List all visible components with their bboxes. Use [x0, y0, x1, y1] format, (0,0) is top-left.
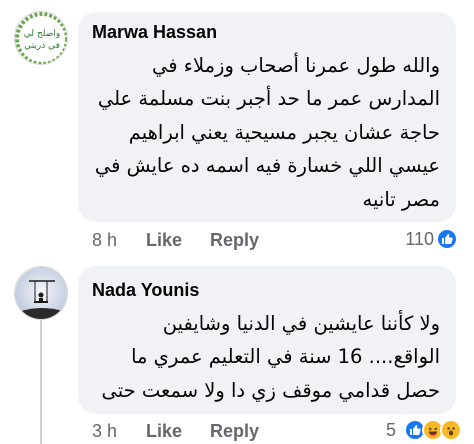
comment-text-line: حاجة عشان يجبر مسيحية يعني ابراهيم: [128, 121, 440, 144]
reaction-count: 110: [405, 228, 434, 249]
avatar-text-bottom: في ذريتي: [24, 41, 60, 51]
thread-line: [40, 320, 42, 444]
calligraphy-badge-avatar-icon: واصلح لي في ذريتي: [15, 12, 67, 64]
avatar-marwa-hassan[interactable]: واصلح لي في ذريتي: [14, 11, 68, 65]
comment-text-line: حصل قدامي موقف زي دا ولا سمعت حتى: [101, 379, 441, 402]
swing-silhouette-avatar-icon: [15, 267, 67, 319]
comment-author[interactable]: Nada Younis: [92, 280, 199, 301]
comment-author[interactable]: Marwa Hassan: [92, 22, 217, 43]
comment-timestamp[interactable]: 3 h: [92, 421, 146, 442]
reaction-count: 5: [385, 419, 396, 440]
comment-text-line: ولا كأننا عايشين في الدنيا وشايفين: [162, 312, 440, 335]
comment-text-line: المدارس عمر ما حد أجبر بنت مسلمة علي: [97, 87, 440, 110]
like-button[interactable]: Like: [146, 421, 210, 442]
comment-text-line: مصر تانيه: [362, 188, 440, 211]
thumbs-up-icon: [436, 228, 458, 250]
comment-actions: 3 h Like Reply: [92, 419, 259, 443]
reply-button[interactable]: Reply: [210, 230, 259, 251]
comment-text-line: والله طول عمرنا أصحاب وزملاء في: [152, 54, 440, 77]
wow-face-icon: [440, 419, 462, 441]
comment-actions: 8 h Like Reply: [92, 228, 259, 252]
comment-bubble: Marwa Hassan والله طول عمرنا أصحاب وزملا…: [78, 12, 456, 222]
reaction-summary[interactable]: 5: [386, 419, 462, 441]
reply-button[interactable]: Reply: [210, 421, 259, 442]
reaction-summary[interactable]: 110: [405, 228, 458, 250]
avatar-text-top: واصلح لي: [24, 29, 60, 39]
comment-text-line: عيسي اللي خسارة فيه اسمه ده عايش في: [94, 154, 440, 177]
comment-bubble: Nada Younis ولا كأننا عايشين في الدنيا و…: [78, 266, 456, 414]
like-button[interactable]: Like: [146, 230, 210, 251]
comment-timestamp[interactable]: 8 h: [92, 230, 146, 251]
comment-text-line: الواقع.... 16 سنة في التعليم عمري ما: [131, 345, 440, 368]
avatar-nada-younis[interactable]: [14, 266, 68, 320]
